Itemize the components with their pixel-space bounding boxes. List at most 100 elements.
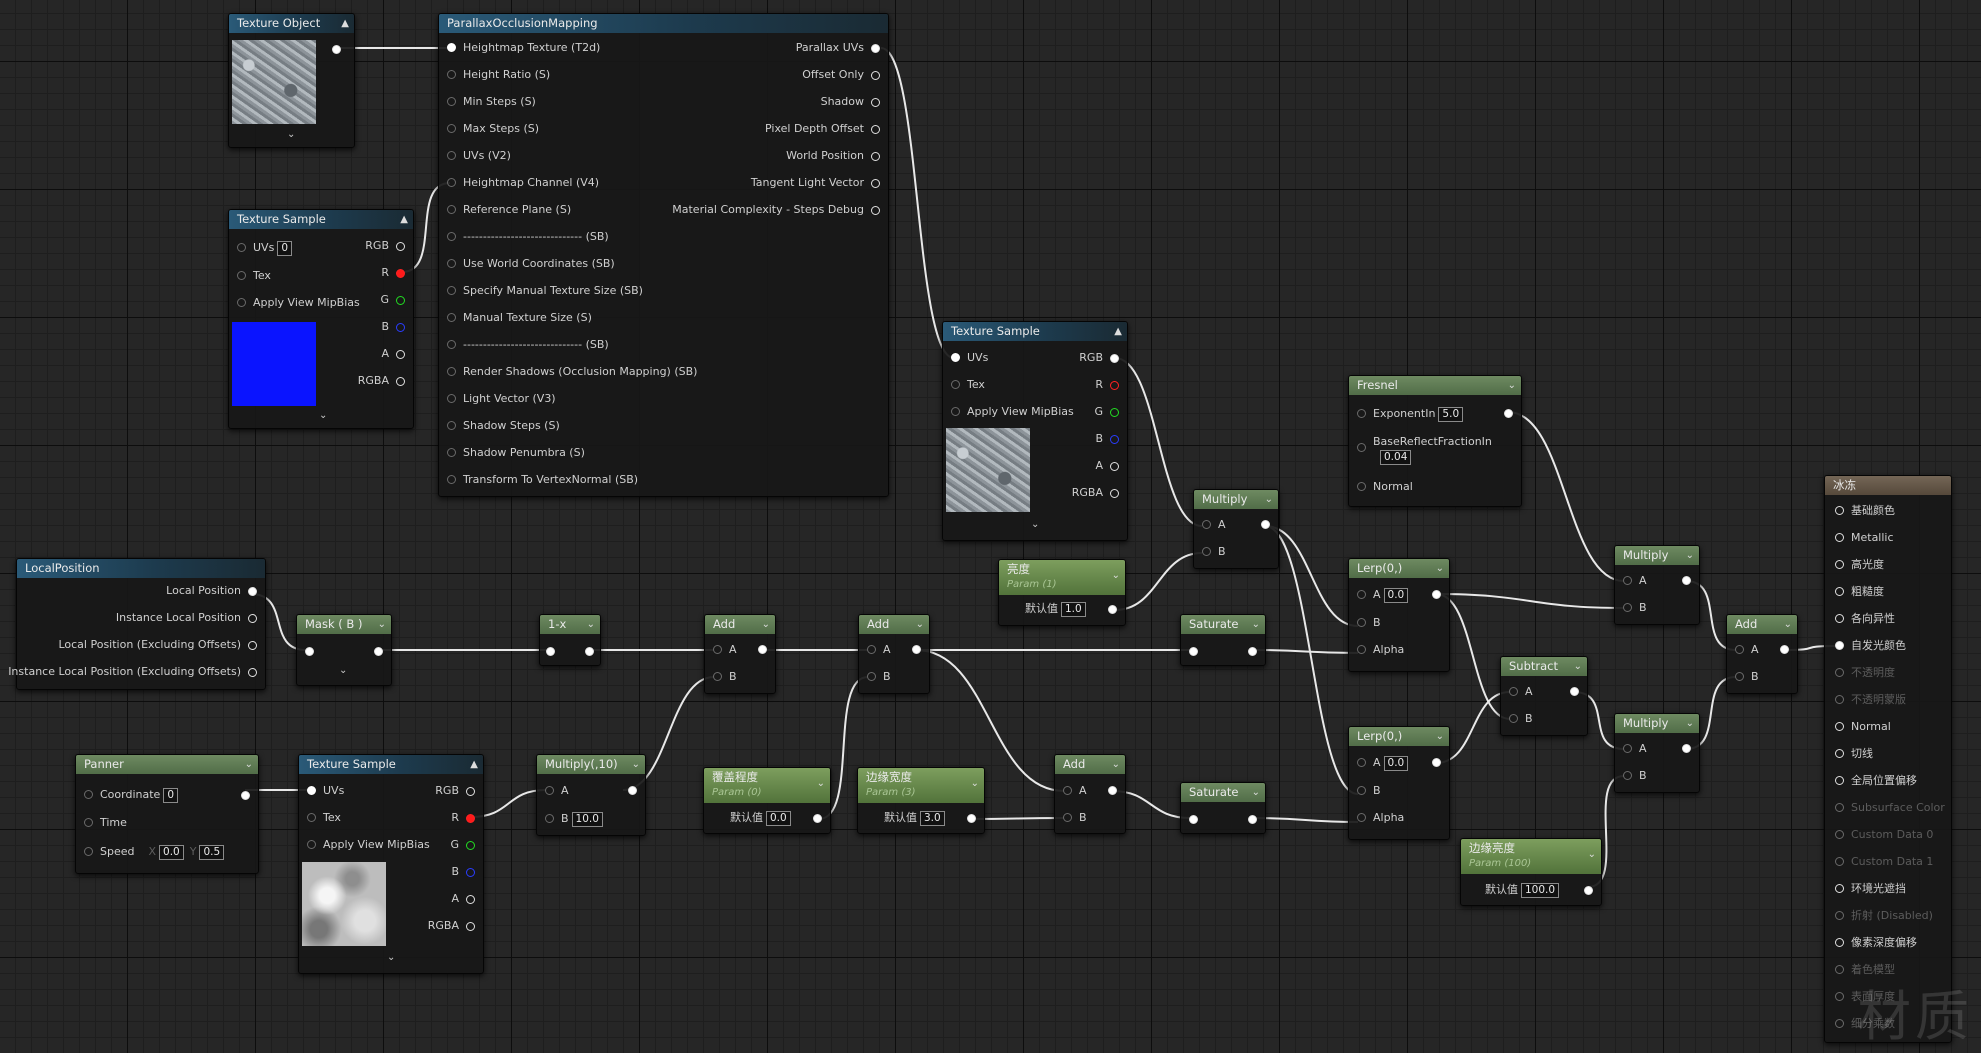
chevron-down-icon[interactable]: ⌄ xyxy=(387,952,395,963)
input-pin[interactable] xyxy=(1835,560,1844,569)
default-value[interactable]: 3.0 xyxy=(920,810,945,826)
b-value[interactable]: 10.0 xyxy=(571,811,603,827)
pom-input-6[interactable]: Reference Plane (S) xyxy=(447,202,571,218)
collapse-icon[interactable]: ▲ xyxy=(400,210,408,229)
output-pin[interactable] xyxy=(1432,758,1441,767)
input-pin[interactable] xyxy=(305,647,314,656)
input-pin[interactable] xyxy=(447,205,456,214)
local-position-output-pin[interactable] xyxy=(248,668,257,677)
output-pin[interactable] xyxy=(628,786,637,795)
output-pin[interactable] xyxy=(1261,520,1270,529)
pin-row-alpha[interactable]: Alpha xyxy=(1357,642,1404,658)
input-pin[interactable] xyxy=(1835,722,1844,731)
pom-input-4[interactable]: UVs (V2) xyxy=(447,148,511,164)
output-pin[interactable] xyxy=(1248,647,1257,656)
rgb-output-pin[interactable] xyxy=(396,242,405,251)
pin-row-a[interactable]: A xyxy=(1735,642,1759,658)
dropdown-icon[interactable]: ⌄ xyxy=(971,776,979,792)
input-pin[interactable] xyxy=(1835,614,1844,623)
pom-input-8[interactable]: Use World Coordinates (SB) xyxy=(447,256,615,272)
speed-x-value[interactable]: 0.0 xyxy=(159,844,184,860)
param-edge-brightness-node[interactable]: 边缘亮度 Param (100) ⌄ 默认值 100.0 xyxy=(1460,838,1602,906)
chevron-down-icon[interactable]: ⌄ xyxy=(1031,519,1039,530)
result-input-4[interactable]: 各向异性 xyxy=(1835,611,1895,627)
pom-input-12[interactable]: Render Shadows (Occlusion Mapping) (SB) xyxy=(447,364,697,380)
result-input-2[interactable]: 高光度 xyxy=(1835,557,1884,573)
input-pin[interactable] xyxy=(546,647,555,656)
output-pin[interactable] xyxy=(374,647,383,656)
pin-row-b[interactable]: B xyxy=(1623,768,1647,784)
saturate-node-2[interactable]: Saturate ⌄ xyxy=(1180,782,1266,834)
dropdown-icon[interactable]: ⌄ xyxy=(587,615,595,634)
output-pin[interactable] xyxy=(585,647,594,656)
pin-row-b[interactable]: B xyxy=(713,669,737,685)
rgba-output-pin[interactable] xyxy=(396,377,405,386)
local-position-output-pin[interactable] xyxy=(248,587,257,596)
pom-input-11[interactable]: ------------------------------ (SB) xyxy=(447,337,609,353)
pin-row-uvs[interactable]: UVs xyxy=(951,350,988,366)
connection-wire[interactable] xyxy=(971,817,1065,820)
default-value-row[interactable]: 默认值 1.0 xyxy=(1025,601,1086,617)
output-pin[interactable] xyxy=(1248,815,1257,824)
pin-row-uvs[interactable]: UVs xyxy=(307,783,344,799)
pom-input-13[interactable]: Light Vector (V3) xyxy=(447,391,556,407)
output-pin[interactable] xyxy=(1432,590,1441,599)
dropdown-icon[interactable]: ⌄ xyxy=(632,755,640,774)
input-pin[interactable] xyxy=(447,340,456,349)
r-output-pin[interactable] xyxy=(396,269,405,278)
a-output-pin[interactable] xyxy=(466,895,475,904)
pin-row-exponent[interactable]: ExponentIn 5.0 xyxy=(1357,406,1464,422)
pin-row-mipbias[interactable]: Apply View MipBias xyxy=(237,295,360,311)
dropdown-icon[interactable]: ⌄ xyxy=(916,615,924,634)
output-pin[interactable] xyxy=(912,645,921,654)
input-pin[interactable] xyxy=(1835,587,1844,596)
chevron-down-icon[interactable]: ⌄ xyxy=(319,410,327,421)
local-position-output-pin[interactable] xyxy=(248,614,257,623)
g-output-pin[interactable] xyxy=(466,841,475,850)
multiply-node-1[interactable]: Multiply ⌄ A B xyxy=(1193,489,1279,569)
pom-output-pin[interactable] xyxy=(871,206,880,215)
input-pin[interactable] xyxy=(1835,830,1844,839)
one-minus-node[interactable]: 1-x ⌄ xyxy=(539,614,601,666)
result-input-10[interactable]: 全局位置偏移 xyxy=(1835,773,1917,789)
default-value-row[interactable]: 默认值 0.0 xyxy=(730,810,791,826)
b-output-pin[interactable] xyxy=(466,868,475,877)
input-pin[interactable] xyxy=(1835,506,1844,515)
connection-wire[interactable] xyxy=(1114,357,1203,527)
pin-row-mipbias[interactable]: Apply View MipBias xyxy=(951,404,1074,420)
result-input-8[interactable]: Normal xyxy=(1835,719,1891,735)
rgb-output-pin[interactable] xyxy=(1110,354,1119,363)
dropdown-icon[interactable]: ⌄ xyxy=(1436,727,1444,746)
pin-row-basereflect[interactable]: BaseReflectFractionIn xyxy=(1357,434,1492,452)
pin-row-b[interactable]: B xyxy=(1735,669,1759,685)
pin-row-coordinate[interactable]: Coordinate 0 xyxy=(84,787,178,803)
multiply-node-3[interactable]: Multiply ⌄ A B xyxy=(1614,713,1700,793)
input-pin[interactable] xyxy=(1835,965,1844,974)
pin-row-alpha[interactable]: Alpha xyxy=(1357,810,1404,826)
pin-row-b[interactable]: B xyxy=(1509,711,1533,727)
pom-input-10[interactable]: Manual Texture Size (S) xyxy=(447,310,592,326)
input-pin[interactable] xyxy=(447,448,456,457)
result-input-7[interactable]: 不透明蒙版 xyxy=(1835,692,1906,708)
local-position-node[interactable]: LocalPosition Local Position Instance Loc… xyxy=(8,558,266,690)
dropdown-icon[interactable]: ⌄ xyxy=(1588,847,1596,863)
pin-row-normal[interactable]: Normal xyxy=(1357,479,1413,495)
a-output-pin[interactable] xyxy=(1110,462,1119,471)
result-input-6[interactable]: 不透明度 xyxy=(1835,665,1895,681)
param-brightness-node[interactable]: 亮度 Param (1) ⌄ 默认值 1.0 xyxy=(998,559,1126,626)
g-output-pin[interactable] xyxy=(396,296,405,305)
pin-row-tex[interactable]: Tex xyxy=(951,377,985,393)
input-pin[interactable] xyxy=(1189,815,1198,824)
exponent-value[interactable]: 5.0 xyxy=(1438,406,1464,422)
output-pin[interactable] xyxy=(1780,645,1789,654)
result-input-14[interactable]: 环境光遮挡 xyxy=(1835,881,1906,897)
dropdown-icon[interactable]: ⌄ xyxy=(378,615,386,634)
basereflect-value-row[interactable]: 0.04 xyxy=(1377,449,1412,465)
default-value-row[interactable]: 默认值 100.0 xyxy=(1485,882,1560,898)
pom-input-1[interactable]: Height Ratio (S) xyxy=(447,67,550,83)
input-pin[interactable] xyxy=(447,313,456,322)
rgb-output-pin[interactable] xyxy=(466,787,475,796)
result-input-9[interactable]: 切线 xyxy=(1835,746,1873,762)
input-pin[interactable] xyxy=(447,421,456,430)
pin-row-uvs[interactable]: UVs 0 xyxy=(237,240,292,256)
